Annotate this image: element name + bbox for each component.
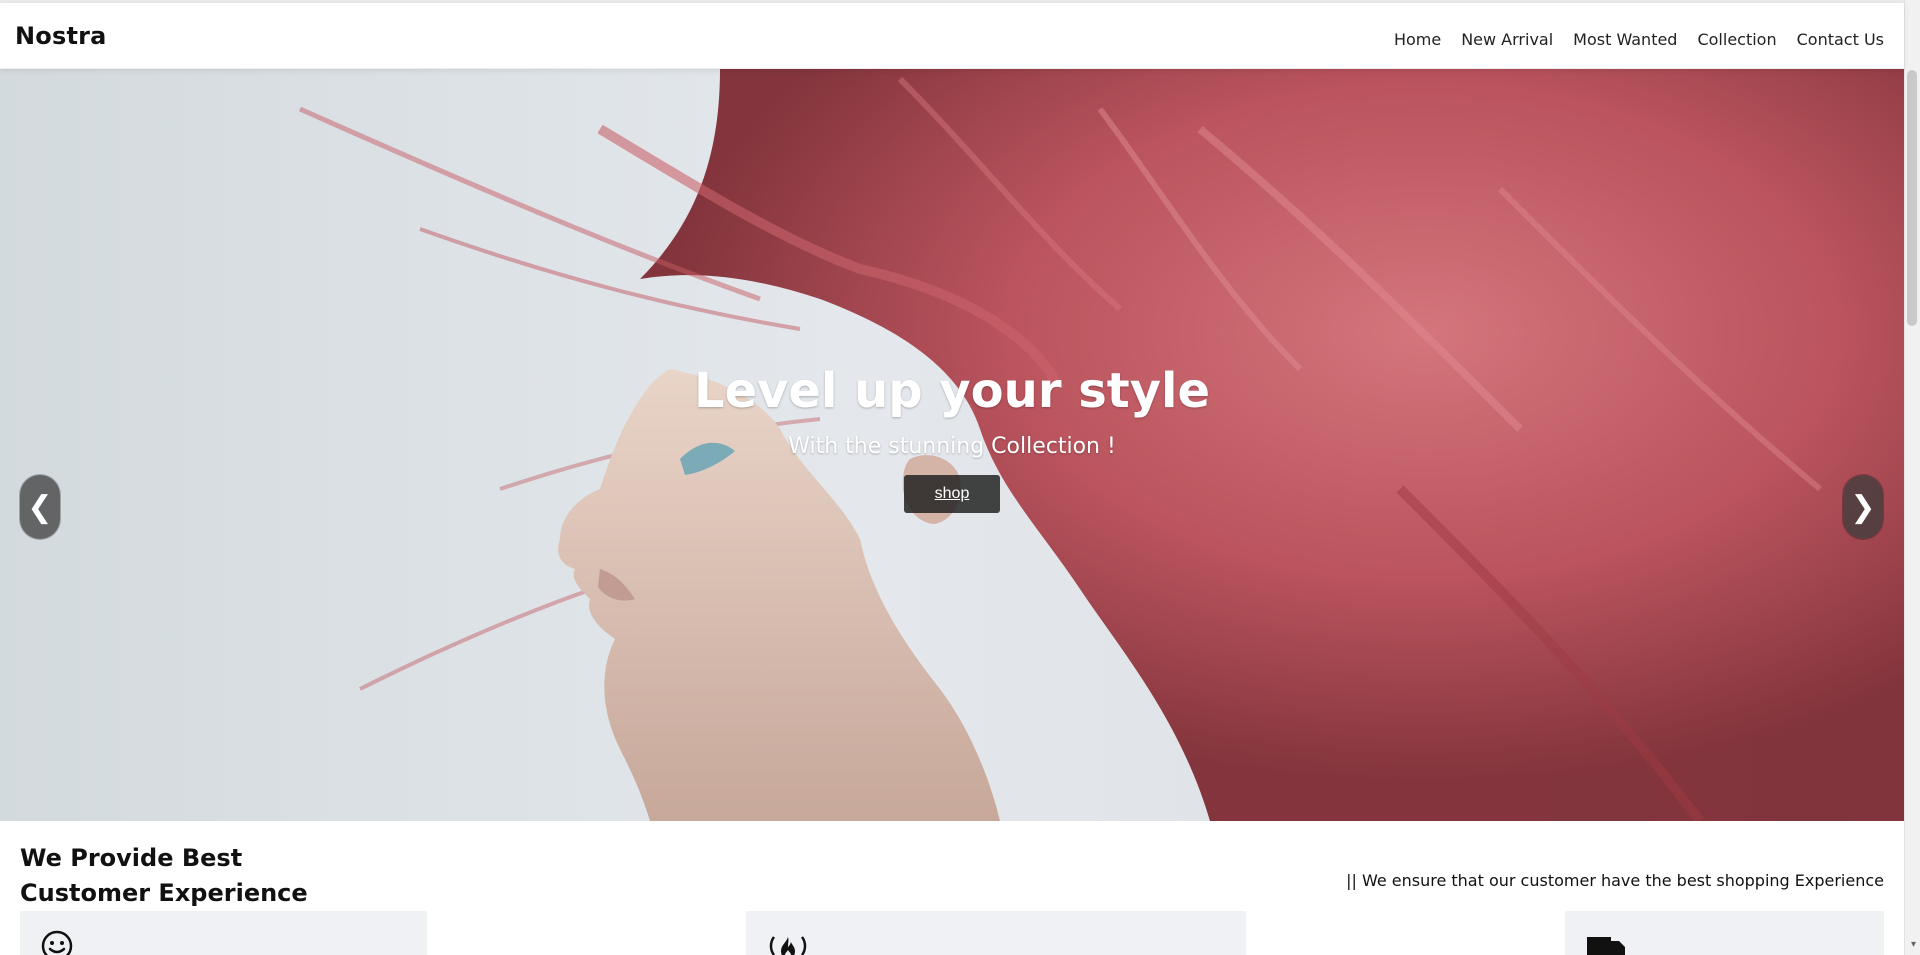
features-heading: We Provide Best Customer Experience (20, 841, 308, 911)
hero-slider: Level up your style With the stunning Co… (0, 69, 1904, 821)
page-scrollbar[interactable]: ▾ (1904, 0, 1920, 955)
nav-home[interactable]: Home (1384, 30, 1451, 49)
chevron-left-icon: ❮ (27, 489, 53, 525)
scrollbar-thumb[interactable] (1907, 70, 1917, 326)
slider-prev-button[interactable]: ❮ (20, 475, 60, 539)
scroll-down-icon[interactable]: ▾ (1911, 940, 1916, 950)
main-nav: Home New Arrival Most Wanted Collection … (1384, 30, 1894, 49)
features-heading-line-1: We Provide Best (20, 844, 243, 872)
smile-icon (40, 929, 74, 955)
shop-button[interactable]: shop (904, 475, 1000, 513)
feature-card-3 (1565, 911, 1884, 955)
slider-next-button[interactable]: ❯ (1843, 475, 1883, 539)
brand-logo[interactable]: Nostra (15, 22, 107, 50)
hero-title: Level up your style (693, 363, 1211, 419)
features-note: || We ensure that our customer have the … (1346, 871, 1884, 890)
fire-icon (766, 929, 810, 955)
nav-collection[interactable]: Collection (1687, 30, 1786, 49)
nav-contact-us[interactable]: Contact Us (1787, 30, 1894, 49)
features-section: We Provide Best Customer Experience || W… (0, 821, 1904, 955)
feature-card-1 (20, 911, 427, 955)
nav-new-arrival[interactable]: New Arrival (1451, 30, 1563, 49)
features-heading-line-2: Customer Experience (20, 879, 308, 907)
feature-card-2 (746, 911, 1246, 955)
hero-content: Level up your style With the stunning Co… (0, 364, 1904, 513)
truck-icon (1585, 929, 1629, 955)
chevron-right-icon: ❯ (1850, 489, 1876, 525)
hero-subtitle: With the stunning Collection ! (788, 434, 1116, 459)
nav-most-wanted[interactable]: Most Wanted (1563, 30, 1687, 49)
site-header: Nostra Home New Arrival Most Wanted Coll… (0, 3, 1904, 69)
